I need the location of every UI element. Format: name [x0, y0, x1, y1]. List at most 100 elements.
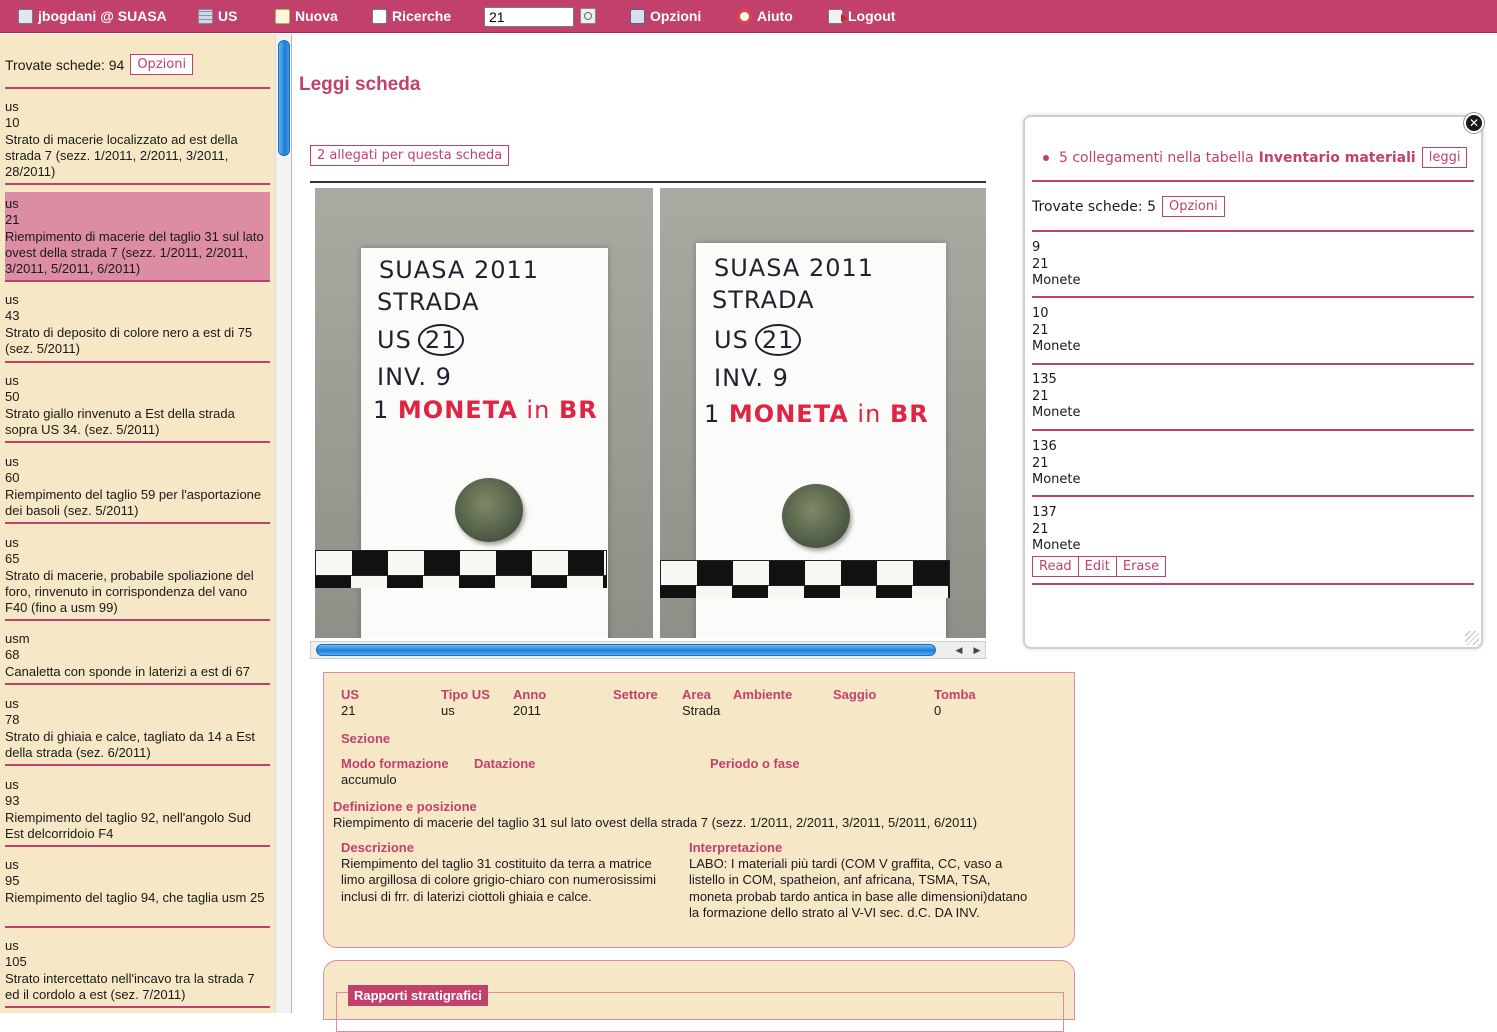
photo-text-count: 1	[373, 396, 390, 424]
read-links-button[interactable]: leggi	[1421, 147, 1468, 168]
nav-nuova-label: Nuova	[295, 8, 338, 24]
list-item[interactable]: 136 21 Monete	[1032, 439, 1081, 489]
field-label-tomba: Tomba	[934, 687, 976, 702]
popup-results-header: Trovate schede: 5 Opzioni	[1032, 196, 1225, 217]
sidebar-options-button[interactable]: Opzioni	[130, 54, 194, 75]
links-table-name: Inventario materiali	[1258, 149, 1416, 166]
popup-options-button[interactable]: Opzioni	[1161, 196, 1225, 217]
photo-text-us-number: 21	[754, 324, 802, 356]
field-label-periodo: Periodo o fase	[710, 756, 800, 771]
item-us: 21	[1032, 256, 1049, 272]
item-description: Riempimento del taglio 94, che taglia us…	[5, 889, 265, 905]
divider	[1032, 180, 1474, 182]
item-us: 21	[1032, 521, 1049, 537]
nav-logout-label: Logout	[848, 8, 896, 24]
item-type: usm	[5, 631, 30, 646]
item-number: 95	[5, 873, 20, 889]
field-value-tomba: 0	[934, 703, 942, 718]
nav-user[interactable]: jbogdani @ SUASA	[18, 6, 167, 26]
item-us: 21	[1032, 388, 1049, 404]
relations-title: Rapporti stratigrafici	[348, 985, 488, 1006]
erase-button[interactable]: Erase	[1116, 556, 1167, 577]
list-item[interactable]: us 60 Riempimento del taglio 59 per l'aspo…	[0, 450, 275, 523]
list-item[interactable]: 10 21 Monete	[1032, 306, 1081, 356]
resize-handle-icon[interactable]	[1465, 631, 1479, 645]
list-item[interactable]: us 105 Strato intercettato nell'incavo tra…	[0, 934, 275, 1007]
list-item-hovered[interactable]: 137 21 Monete	[1032, 505, 1081, 555]
nav-nuova[interactable]: Nuova	[275, 6, 338, 26]
divider	[5, 522, 270, 524]
list-item[interactable]: us 10 Strato di macerie localizzato ad est…	[0, 95, 275, 184]
quick-search-input[interactable]	[484, 7, 574, 27]
divider	[5, 926, 270, 928]
item-type: us	[5, 292, 19, 307]
list-item[interactable]: us 50 Strato giallo rinvenuto a Est della …	[0, 369, 275, 442]
nav-ricerche-label: Ricerche	[392, 8, 452, 24]
photo-text-line: INV. 9	[377, 363, 452, 391]
settings-icon	[630, 8, 645, 24]
item-type: us	[5, 454, 19, 469]
field-value-definizione: Riempimento di macerie del taglio 31 sul…	[333, 815, 978, 830]
photo-text-line: SUASA 2011	[714, 254, 875, 282]
nav-us-label: US	[218, 8, 238, 24]
scrollbar-thumb[interactable]	[316, 644, 936, 656]
item-number: 50	[5, 389, 20, 405]
item-description: Strato di ghiaia e calce, tagliato da 14…	[5, 728, 256, 760]
divider	[5, 683, 270, 685]
divider	[5, 1006, 270, 1008]
read-button[interactable]: Read	[1032, 556, 1079, 577]
close-icon[interactable]: ✕	[1464, 113, 1484, 133]
divider	[5, 87, 270, 89]
photo-text-line: US 21	[377, 324, 465, 356]
list-item[interactable]: usm 68 Canaletta con sponde in laterizi a …	[0, 627, 275, 684]
gallery-scrollbar[interactable]: ◀ ▶	[310, 641, 986, 659]
nav-aiuto[interactable]: Aiuto	[737, 6, 793, 26]
list-item[interactable]: us 93 Riempimento del taglio 92, nell'ango…	[0, 773, 275, 846]
sidebar-scrollbar[interactable]	[275, 34, 291, 1013]
nav-ricerche[interactable]: Ricerche	[372, 6, 451, 26]
item-class: Monete	[1032, 339, 1081, 355]
field-label-descrizione: Descrizione	[341, 840, 414, 855]
field-label-tipo-us: Tipo US	[441, 687, 490, 702]
list-item-selected[interactable]: us 21 Riempimento di macerie del taglio 31…	[5, 192, 270, 282]
field-label-anno: Anno	[513, 687, 547, 702]
bullet-icon	[1043, 154, 1049, 161]
photo-text-line: INV. 9	[714, 364, 789, 392]
field-label-area: Area	[682, 687, 711, 702]
divider	[1032, 495, 1474, 497]
table-icon	[198, 8, 213, 24]
attachments-button[interactable]: 2 allegati per questa scheda	[310, 145, 510, 166]
search-icon	[372, 8, 387, 24]
attachment-photo-1[interactable]: SUASA 2011 STRADA US 21 INV. 9 1 MONETA i…	[315, 188, 653, 638]
search-submit-icon[interactable]	[580, 8, 596, 24]
nav-logout[interactable]: Logout	[828, 6, 895, 26]
field-label-sezione: Sezione	[341, 731, 391, 746]
list-item[interactable]: 135 21 Monete	[1032, 372, 1081, 422]
scrollbar-thumb[interactable]	[278, 40, 290, 156]
divider	[1032, 429, 1474, 431]
scroll-right-icon[interactable]: ▶	[969, 643, 985, 657]
list-item[interactable]: 9 21 Monete	[1032, 240, 1081, 290]
item-inventory: 136	[1032, 439, 1057, 454]
list-item[interactable]: us 65 Strato di macerie, probabile spoliaz…	[0, 531, 275, 620]
nav-aiuto-label: Aiuto	[757, 8, 793, 24]
list-item[interactable]: us 95 Riempimento del taglio 94, che tagli…	[0, 853, 275, 910]
item-class: Monete	[1032, 472, 1081, 488]
list-item[interactable]: us 78 Strato di ghiaia e calce, tagliato d…	[0, 692, 275, 765]
scroll-left-icon[interactable]: ◀	[951, 643, 967, 657]
divider	[1032, 296, 1474, 298]
divider	[1032, 230, 1474, 232]
nav-opzioni[interactable]: Opzioni	[630, 6, 701, 26]
new-document-icon	[275, 8, 290, 24]
nav-opzioni-label: Opzioni	[650, 8, 702, 24]
attachment-photo-2[interactable]: SUASA 2011 STRADA US 21 INV. 9 1 MONETA i…	[660, 188, 986, 638]
list-item[interactable]: us 43 Strato di deposito di colore nero a …	[0, 288, 275, 361]
divider	[1032, 363, 1474, 365]
divider	[5, 441, 270, 443]
row-action-buttons: Read Edit Erase	[1032, 556, 1167, 577]
item-type: us	[5, 373, 19, 388]
edit-button[interactable]: Edit	[1078, 556, 1117, 577]
item-description: Strato di macerie localizzato ad est del…	[5, 131, 238, 180]
nav-us[interactable]: US	[198, 6, 237, 26]
popup-results-count: Trovate schede: 5	[1032, 198, 1156, 215]
